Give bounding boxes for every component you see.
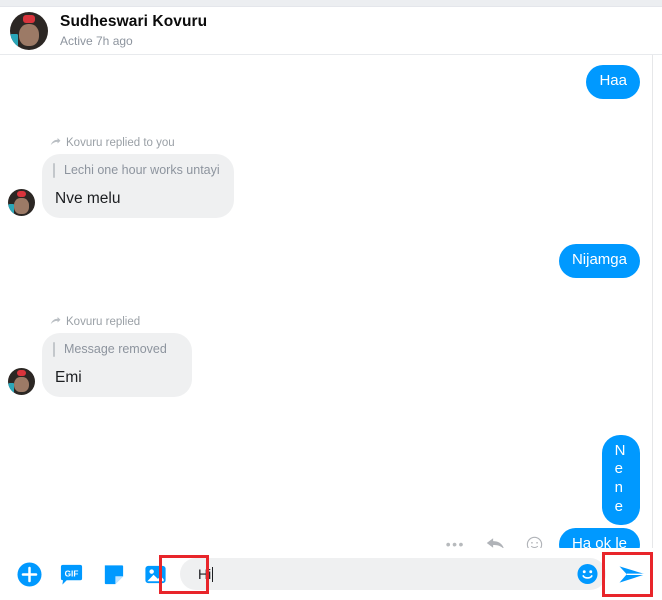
reply-indicator: Kovuru replied	[50, 316, 192, 328]
quote-bar	[53, 341, 55, 357]
message-text: Emi	[55, 368, 82, 386]
gif-icon: GIF	[60, 564, 82, 585]
gif-button[interactable]: GIF	[50, 553, 92, 595]
quoted-message: Lechi one hour works untayi	[53, 162, 220, 181]
sticker-icon	[104, 564, 123, 584]
sender-avatar[interactable]	[8, 367, 35, 395]
quote-bar	[53, 162, 55, 178]
message-bubble-incoming[interactable]: Message removed Emi	[42, 332, 192, 397]
message-row: Nijamga	[8, 243, 640, 278]
profile-photo-avatar[interactable]	[10, 11, 48, 50]
message-row: Kovuru replied Message removed Emi	[8, 316, 640, 397]
plus-circle-icon	[16, 561, 42, 587]
message-input-wrapper[interactable]: Hi	[180, 558, 606, 590]
contact-name: Sudheswari Kovuru	[60, 12, 208, 30]
outgoing-message-stack: Nene ••• Ha ok le Avuddule Bye	[8, 434, 640, 548]
message-thread[interactable]: Haa Kovuru replied to you Lechi one hour…	[0, 55, 662, 548]
emoji-smiley-filled-icon	[577, 563, 598, 585]
quoted-message: Message removed	[53, 341, 178, 360]
share-arrow-icon	[50, 317, 61, 325]
message-row: Haa	[8, 65, 640, 99]
thread-scrollbar[interactable]	[652, 55, 653, 548]
message-row: Nene	[578, 434, 640, 525]
share-arrow-icon	[50, 138, 61, 146]
reply-message-group: Kovuru replied Message removed Emi	[8, 316, 192, 397]
photo-icon	[144, 565, 166, 583]
message-bubble-outgoing[interactable]: Ha ok le	[558, 527, 640, 548]
sender-avatar[interactable]	[8, 188, 35, 216]
svg-text:GIF: GIF	[64, 569, 78, 578]
window-top-strip	[0, 0, 662, 7]
message-composer: GIF Hi	[0, 548, 662, 600]
message-row: Kovuru replied to you Lechi one hour wor…	[8, 137, 640, 218]
message-bubble-incoming[interactable]: Lechi one hour works untayi Nve melu	[42, 153, 234, 218]
quoted-text: Message removed	[64, 342, 167, 356]
message-input-value[interactable]: Hi	[198, 566, 214, 582]
message-bubble-outgoing[interactable]: Nene	[601, 434, 640, 525]
message-bubble-outgoing[interactable]: Haa	[586, 65, 640, 99]
send-paper-plane-icon	[619, 565, 645, 583]
reply-indicator: Kovuru replied to you	[50, 137, 234, 149]
message-row: ••• Ha ok le	[446, 527, 640, 548]
sticker-button[interactable]	[92, 553, 134, 595]
emoji-picker-button[interactable]	[577, 563, 598, 585]
reply-message-group: Kovuru replied to you Lechi one hour wor…	[8, 137, 234, 218]
chat-header: Sudheswari Kovuru Active 7h ago	[0, 7, 662, 55]
emoji-smiley-icon[interactable]	[526, 536, 543, 548]
send-button[interactable]	[610, 553, 654, 595]
ellipsis-icon[interactable]: •••	[446, 536, 465, 548]
quoted-text: Lechi one hour works untayi	[64, 163, 220, 178]
message-hover-actions: •••	[446, 536, 543, 548]
photo-button[interactable]	[134, 553, 176, 595]
reply-indicator-label: Kovuru replied	[66, 315, 141, 328]
header-text-block: Sudheswari Kovuru Active 7h ago	[60, 12, 207, 49]
reply-indicator-label: Kovuru replied to you	[66, 136, 175, 149]
active-status: Active 7h ago	[60, 34, 133, 49]
reply-arrow-icon[interactable]	[486, 536, 505, 548]
message-text: Nve melu	[55, 189, 121, 207]
message-bubble-outgoing[interactable]: Nijamga	[558, 243, 640, 278]
text-caret	[212, 567, 214, 582]
add-attachment-button[interactable]	[8, 553, 50, 595]
